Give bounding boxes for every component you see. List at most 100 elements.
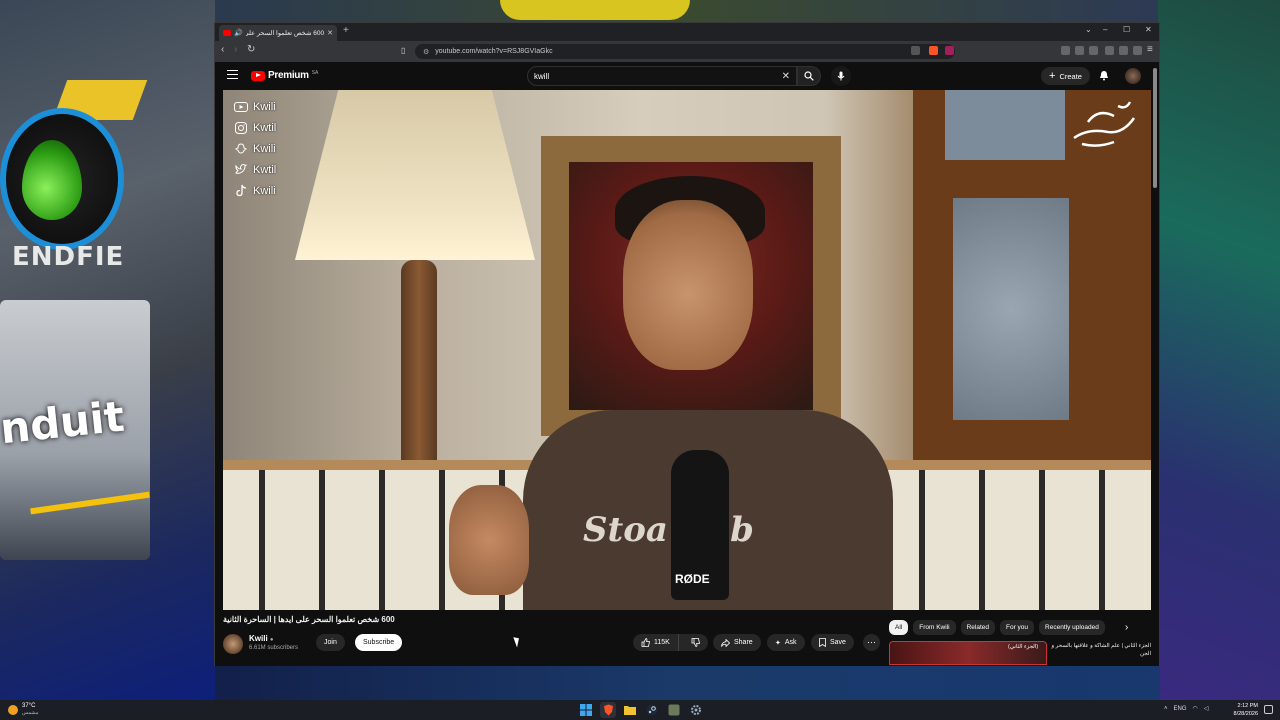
chip-all[interactable]: All <box>889 620 909 635</box>
wifi-icon[interactable]: ◠ <box>1193 705 1198 712</box>
weather-temperature: 37°C <box>22 703 36 709</box>
start-button[interactable] <box>578 702 594 718</box>
thumbs-down-icon <box>691 638 700 647</box>
share-icon <box>721 638 730 647</box>
social-name: Kwtil <box>253 163 277 176</box>
chevron-right-icon[interactable]: › <box>1125 622 1128 633</box>
browser-tab[interactable]: 🔊 600 شخص تعلموا السحر على ايدها | الساح… <box>219 25 337 41</box>
forward-icon[interactable]: › <box>234 44 237 55</box>
volume-icon[interactable]: ◁ <box>1204 705 1209 712</box>
notification-center-icon[interactable] <box>1264 705 1273 714</box>
taskbar-app-photo[interactable] <box>666 702 682 718</box>
menu-icon[interactable]: ≡ <box>1147 44 1153 55</box>
brave-shields-icon[interactable] <box>929 46 938 55</box>
youtube-masthead: Premium SA kwill ✕ + Create <box>215 62 1159 90</box>
youtube-play-icon <box>251 70 265 81</box>
taskbar-steam[interactable] <box>644 702 660 718</box>
new-tab-button[interactable]: + <box>343 25 349 36</box>
share-button[interactable]: Share <box>713 634 761 651</box>
weather-description: مشمس <box>22 710 39 716</box>
social-instagram: Kwtil <box>233 119 276 136</box>
close-window-button[interactable]: ✕ <box>1145 25 1152 34</box>
voice-search-button[interactable] <box>831 66 851 86</box>
video-title: 600 شخص تعلموا السحر على ايدها | الساحرة… <box>223 615 395 624</box>
leo-icon[interactable] <box>1119 46 1128 55</box>
windows-icon <box>580 704 592 716</box>
scrollbar-thumb[interactable] <box>1153 68 1157 188</box>
brave-rewards-icon[interactable] <box>945 46 954 55</box>
subscribe-button[interactable]: Subscribe <box>355 634 403 651</box>
bookmark-icon[interactable]: ▯ <box>401 46 405 55</box>
speaker-icon[interactable]: 🔊 <box>234 29 243 37</box>
close-tab-icon[interactable]: ✕ <box>327 29 333 37</box>
create-button[interactable]: + Create <box>1041 67 1090 85</box>
chip-recently-uploaded[interactable]: Recently uploaded <box>1039 620 1105 635</box>
vpn-icon[interactable] <box>1133 46 1142 55</box>
tab-search-icon[interactable]: ⌄ <box>1085 25 1092 34</box>
account-avatar[interactable] <box>1125 68 1141 84</box>
channel-name[interactable]: Kwili ● <box>249 634 274 643</box>
maximize-button[interactable]: ☐ <box>1123 25 1130 34</box>
weather-widget[interactable]: 37°C مشمس <box>8 703 38 716</box>
reload-icon[interactable]: ↻ <box>247 44 255 55</box>
social-name: Kwtil <box>253 121 277 134</box>
search-input[interactable]: kwill <box>534 72 782 81</box>
chip-from-channel[interactable]: From Kwili <box>913 620 956 635</box>
extension-icon[interactable] <box>1061 46 1070 55</box>
system-clock[interactable]: 2:12 PM 8/28/2026 <box>1228 702 1258 718</box>
bell-icon <box>1100 70 1108 80</box>
channel-avatar[interactable] <box>223 634 243 654</box>
chevron-up-icon[interactable]: ˄ <box>1164 706 1168 712</box>
social-name: Kwili <box>253 142 276 155</box>
brave-icon <box>603 704 613 716</box>
taskbar-settings[interactable] <box>688 702 704 718</box>
share-label: Share <box>734 639 753 646</box>
notifications-button[interactable] <box>1097 68 1111 82</box>
wallet-icon[interactable] <box>1105 46 1114 55</box>
social-snapchat: Kwili <box>233 140 276 157</box>
save-button[interactable]: Save <box>811 634 854 651</box>
social-name: Kwili <box>253 100 276 113</box>
search-box[interactable]: kwill ✕ <box>527 66 797 86</box>
twitter-icon <box>233 163 249 177</box>
more-actions-button[interactable]: ⋯ <box>863 634 880 651</box>
ask-button[interactable]: ✦ Ask <box>767 634 805 651</box>
video-lamp-base <box>401 260 437 480</box>
youtube-logo[interactable]: Premium SA <box>251 70 318 81</box>
sidebar-icon[interactable] <box>1089 46 1098 55</box>
video-door-panel-top <box>945 90 1065 160</box>
youtube-brand-text: Premium <box>268 70 309 81</box>
chip-related[interactable]: Related <box>960 620 995 635</box>
taskbar-file-explorer[interactable] <box>622 702 638 718</box>
wallpaper-yellow-shape <box>500 0 690 20</box>
language-indicator[interactable]: ENG <box>1174 706 1187 712</box>
guide-menu-icon[interactable] <box>227 70 238 79</box>
minimize-button[interactable]: – <box>1103 25 1107 34</box>
page-scrollbar[interactable] <box>1151 62 1159 666</box>
search-icon <box>804 71 814 81</box>
dislike-button[interactable] <box>683 634 708 651</box>
windows-taskbar: 37°C مشمس ˄ ENG ◠ ◁ 2:12 PM 8/28/2026 <box>0 700 1280 720</box>
like-button[interactable]: 115K <box>633 634 679 651</box>
site-info-icon[interactable]: ⚙ <box>423 48 429 56</box>
taskbar-brave[interactable] <box>600 702 616 718</box>
chip-for-you[interactable]: For you <box>999 620 1035 635</box>
media-icon[interactable] <box>1075 46 1084 55</box>
back-icon[interactable]: ‹ <box>221 44 224 55</box>
address-bar[interactable]: ⚙ youtube.com/watch?v=RSJ8GVIaGkc <box>415 44 955 59</box>
cast-icon[interactable] <box>911 46 920 55</box>
search-button[interactable] <box>797 66 821 86</box>
youtube-page: Premium SA kwill ✕ + Create Stoa Pub RØD… <box>215 62 1159 666</box>
create-label: Create <box>1059 71 1082 81</box>
channel-calligraphy-logo-icon <box>1073 101 1136 147</box>
clear-search-icon[interactable]: ✕ <box>782 71 790 82</box>
recommended-video-title[interactable]: الجزء الثاني | علم الشاكة و علاقتها بالس… <box>1051 642 1151 658</box>
join-button[interactable]: Join <box>316 634 345 651</box>
browser-titlebar: 🔊 600 شخص تعلموا السحر على ايدها | الساح… <box>215 23 1159 41</box>
steam-icon <box>646 704 658 716</box>
bookmark-save-icon <box>819 638 826 647</box>
video-player[interactable]: Stoa Pub RØDE Kwili Kwtil Kwili Kwtil Kw… <box>223 90 1151 610</box>
sparkle-icon: ✦ <box>775 639 781 647</box>
wallpaper-bottom-band <box>215 665 1160 700</box>
recommended-video-thumbnail[interactable]: (الجزء الثاني) <box>889 641 1047 665</box>
